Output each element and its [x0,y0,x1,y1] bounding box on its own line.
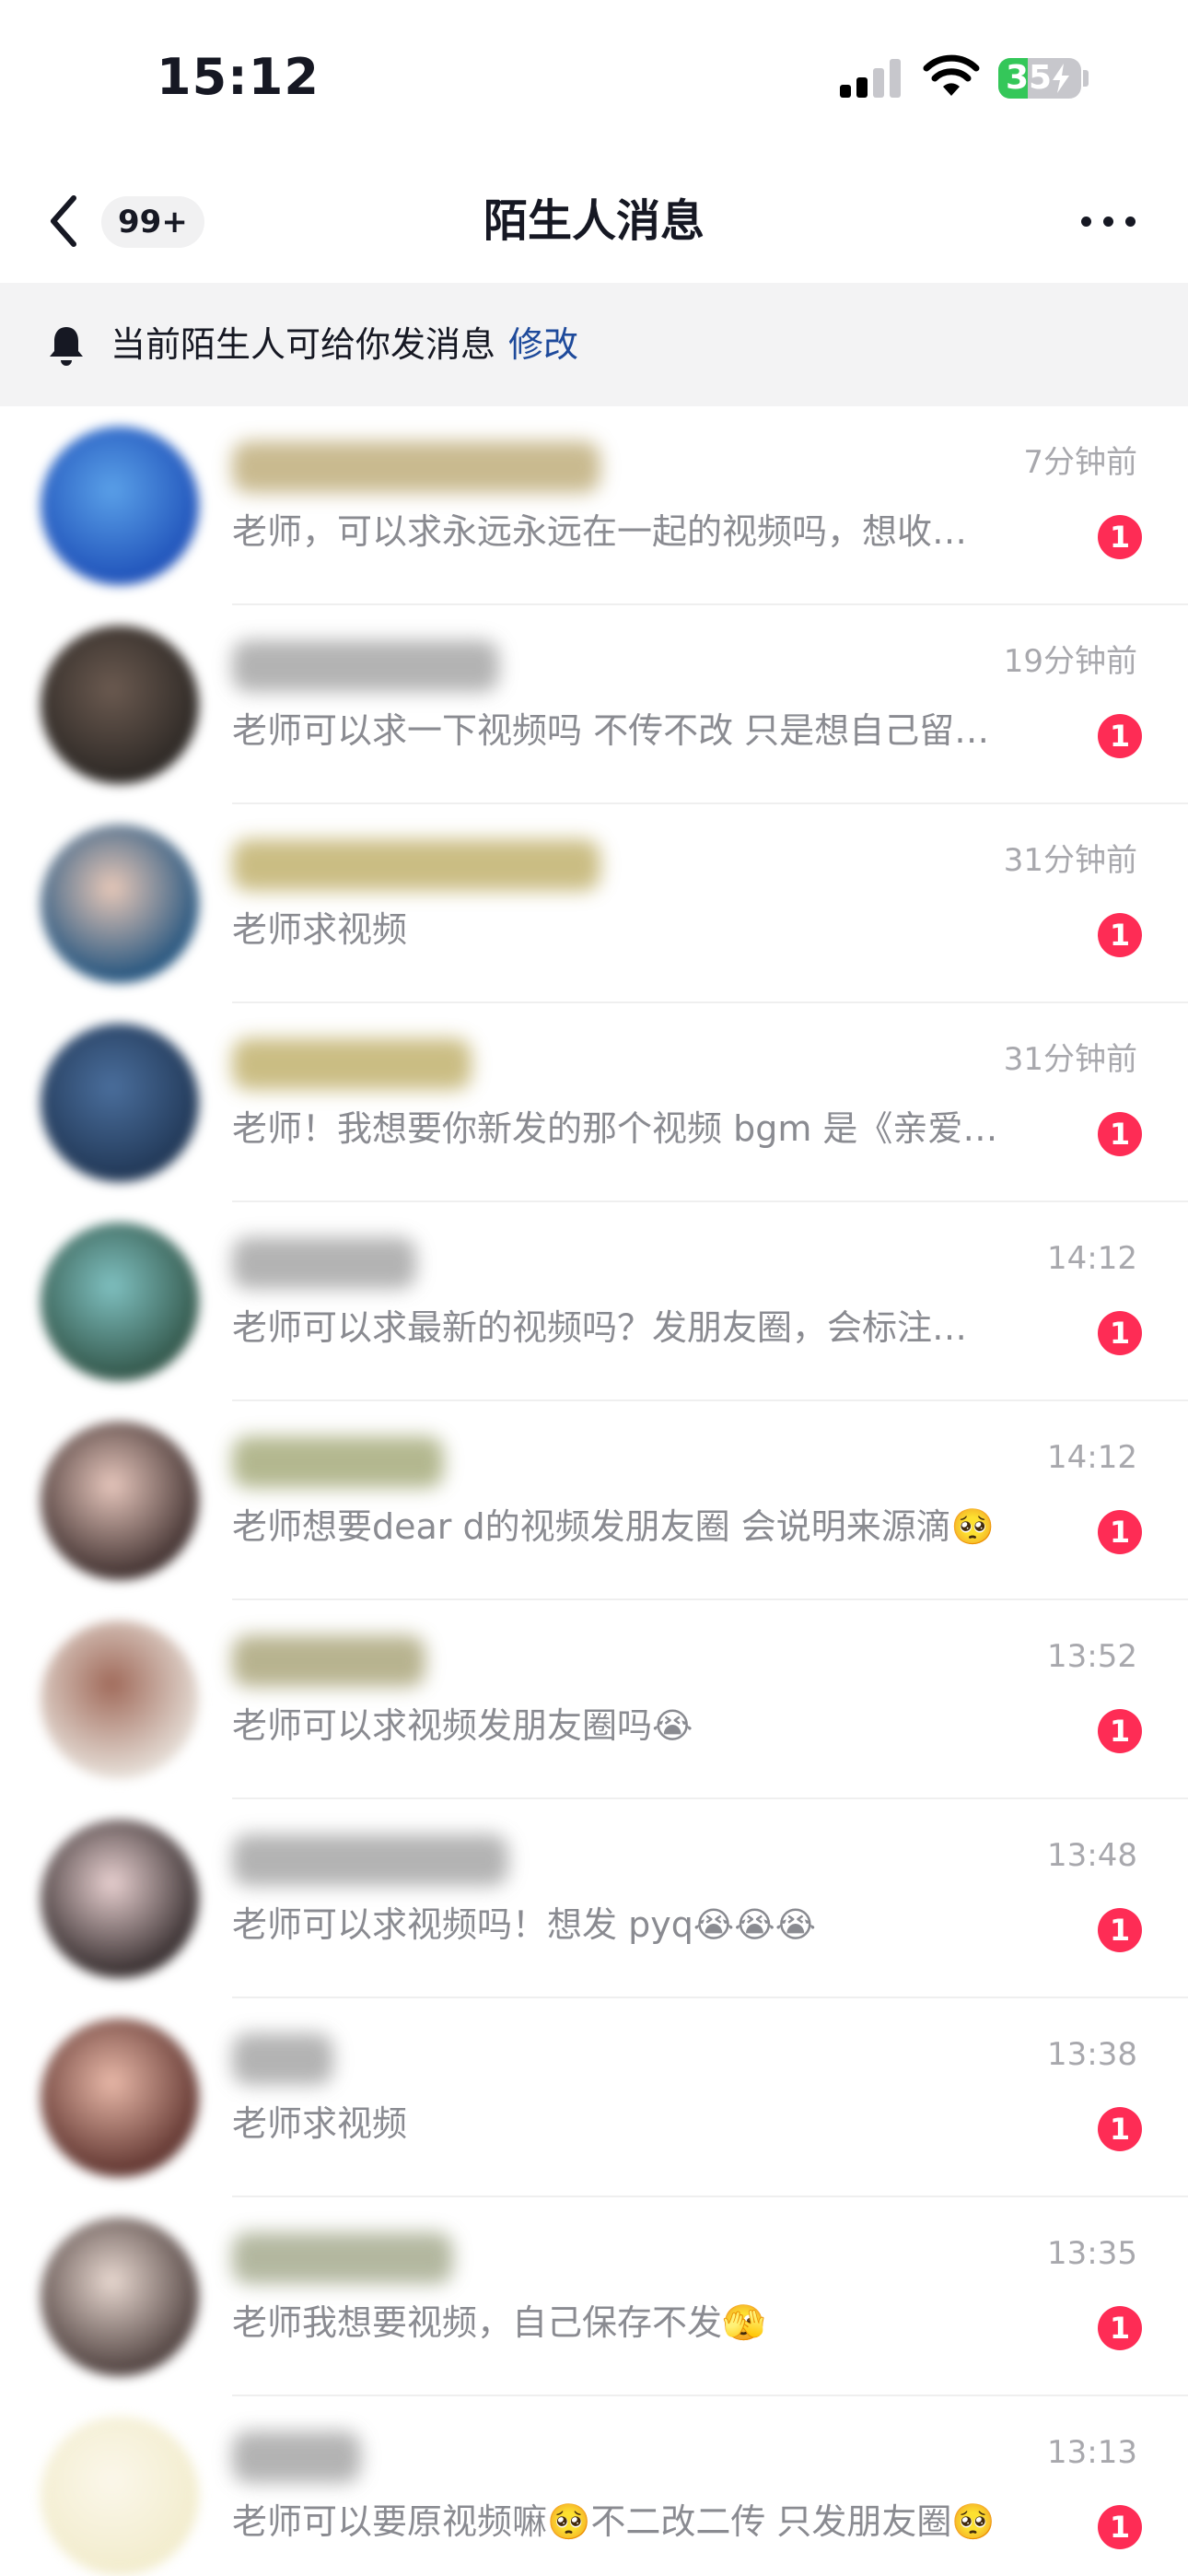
message-time: 31分钟前 [1003,842,1137,879]
cellular-signal-icon [840,57,903,98]
avatar[interactable] [41,2417,199,2575]
message-preview: 老师我想要视频，自己保存不发🫣 [232,2302,766,2343]
message-time: 7分钟前 [1023,444,1137,481]
conversation-row[interactable]: 13:13 老师可以要原视频嘛🥺不二改二传 只发朋友圈🥺 1 [0,2396,1188,2576]
modify-link[interactable]: 修改 [508,320,578,369]
unread-badge: 1 [1098,2505,1142,2549]
nickname-blurred [232,1834,508,1886]
unread-badge: 1 [1098,714,1142,758]
avatar[interactable] [41,427,199,585]
message-time: 13:38 [1047,2036,1137,2073]
status-time: 15:12 [157,48,320,106]
avatar[interactable] [41,825,199,983]
avatar[interactable] [41,2019,199,2177]
wifi-icon [923,54,980,96]
nickname-blurred [232,1038,472,1090]
unread-badge: 1 [1098,1112,1142,1156]
message-preview: 老师可以求一下视频吗 不传不改 只是想自己留… [232,710,990,751]
message-time: 13:35 [1047,2235,1137,2272]
conversation-row[interactable]: 13:52 老师可以求视频发朋友圈吗😭 1 [0,1600,1188,1799]
unread-badge: 1 [1098,2107,1142,2151]
nickname-blurred [232,2431,361,2483]
message-preview: 老师求视频 [232,909,408,950]
message-preview: 老师！我想要你新发的那个视频 bgm 是《亲爱… [232,1108,998,1149]
message-preview: 老师想要dear d的视频发朋友圈 会说明来源滴🥺 [232,1506,996,1547]
unread-badge: 1 [1098,1709,1142,1753]
conversation-row[interactable]: 19分钟前 老师可以求一下视频吗 不传不改 只是想自己留… 1 [0,605,1188,804]
unread-count-badge[interactable]: 99+ [101,196,204,248]
bell-icon [50,327,83,366]
unread-badge: 1 [1098,2306,1142,2350]
avatar[interactable] [41,626,199,784]
unread-badge: 1 [1098,1311,1142,1355]
nickname-blurred [232,1237,416,1289]
nickname-blurred [232,2033,333,2085]
conversation-row[interactable]: 14:12 老师可以求最新的视频吗？发朋友圈，会标注… 1 [0,1202,1188,1401]
avatar[interactable] [41,1223,199,1381]
message-time: 13:48 [1047,1837,1137,1874]
unread-badge: 1 [1098,515,1142,559]
message-preview: 老师可以求视频吗！想发 pyq😭😭😭 [232,1904,817,1945]
conversation-row[interactable]: 13:38 老师求视频 1 [0,1998,1188,2197]
chevron-left-icon[interactable] [44,189,85,253]
conversation-row[interactable]: 14:12 老师想要dear d的视频发朋友圈 会说明来源滴🥺 1 [0,1401,1188,1600]
stranger-message-notice: 当前陌生人可给你发消息 修改 [0,283,1188,406]
unread-badge: 1 [1098,1510,1142,1554]
unread-badge: 1 [1098,1908,1142,1952]
avatar[interactable] [41,1820,199,1978]
conversation-row[interactable]: 31分钟前老师求视频 1 [0,804,1188,1003]
conversation-row[interactable]: 7分钟前老师，可以求永远永远在一起的视频吗，想收… 1 [0,406,1188,605]
battery-cap [1083,70,1089,87]
message-time: 31分钟前 [1003,1041,1137,1078]
battery-indicator: 35 [998,58,1081,99]
message-time: 19分钟前 [1003,643,1137,680]
nickname-blurred [232,2232,453,2284]
message-preview: 老师，可以求永远永远在一起的视频吗，想收… [232,511,968,552]
conversation-row[interactable]: 13:35 老师我想要视频，自己保存不发🫣 1 [0,2197,1188,2396]
message-time: 14:12 [1047,1439,1137,1476]
notice-text: 当前陌生人可给你发消息 [111,324,496,365]
message-preview: 老师可以求最新的视频吗？发朋友圈，会标注… [232,1307,968,1348]
nickname-blurred [232,640,499,692]
unread-badge: 1 [1098,913,1142,957]
more-dots-icon[interactable] [1076,198,1142,244]
conversation-row[interactable]: 13:48 老师可以求视频吗！想发 pyq😭😭😭 1 [0,1799,1188,1998]
charging-bolt-icon [1053,64,1069,93]
status-bar: 15:12 35 [0,0,1188,161]
avatar[interactable] [41,1422,199,1580]
message-time: 14:12 [1047,1240,1137,1277]
nickname-blurred [232,441,600,493]
nickname-blurred [232,839,600,891]
message-preview: 老师求视频 [232,2103,408,2144]
nickname-blurred [232,1635,425,1687]
message-time: 13:52 [1047,1638,1137,1675]
avatar[interactable] [41,2218,199,2376]
message-preview: 老师可以求视频发朋友圈吗😭 [232,1705,693,1746]
message-preview: 老师可以要原视频嘛🥺不二改二传 只发朋友圈🥺 [232,2501,996,2542]
nav-bar: 99+ 陌生人消息 [0,161,1188,286]
avatar[interactable] [41,1024,199,1182]
nickname-blurred [232,1436,444,1488]
conversation-row[interactable]: 31分钟前 老师！我想要你新发的那个视频 bgm 是《亲爱… 1 [0,1003,1188,1202]
message-time: 13:13 [1047,2434,1137,2471]
avatar[interactable] [41,1621,199,1779]
